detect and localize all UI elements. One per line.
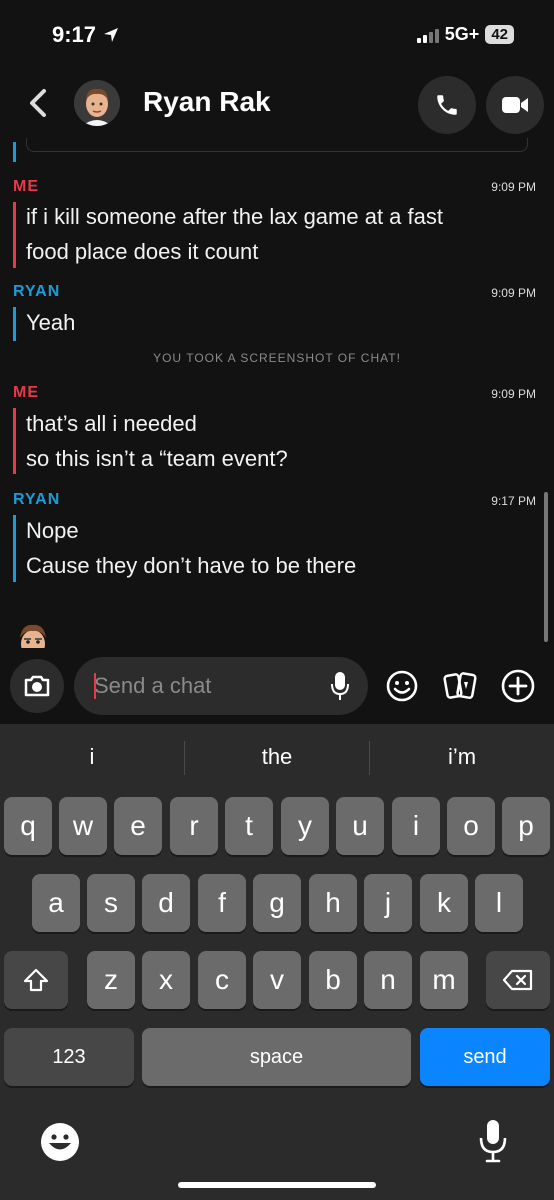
key-v[interactable]: v <box>253 951 301 1009</box>
message-text[interactable]: food place does it count <box>26 234 258 269</box>
chat-input[interactable] <box>94 671 314 701</box>
key-g[interactable]: g <box>253 874 301 932</box>
key-b[interactable]: b <box>309 951 357 1009</box>
plus-circle-icon <box>501 669 535 703</box>
key-o[interactable]: o <box>447 797 495 855</box>
previous-message-bar <box>13 142 16 162</box>
sender-label: ME <box>13 384 39 401</box>
key-y[interactable]: y <box>281 797 329 855</box>
sender-label: ME <box>13 178 39 195</box>
message-text[interactable]: Cause they don’t have to be there <box>26 548 356 583</box>
numbers-key[interactable]: 123 <box>4 1028 134 1086</box>
key-m[interactable]: m <box>420 951 468 1009</box>
key-z[interactable]: z <box>87 951 135 1009</box>
status-indicators: 5G+ 42 <box>416 24 514 45</box>
clock: 9:17 <box>52 22 97 47</box>
scrollbar[interactable] <box>544 492 548 642</box>
message-text[interactable]: so this isn’t a “team event? <box>26 441 288 476</box>
emoji-keyboard-icon[interactable] <box>40 1122 80 1162</box>
sender-label: RYAN <box>13 491 61 508</box>
chat-thread[interactable]: ME 9:09 PM if i kill someone after the l… <box>0 138 554 648</box>
message-time: 9:09 PM <box>491 387 536 401</box>
shift-key[interactable] <box>4 951 68 1009</box>
key-k[interactable]: k <box>420 874 468 932</box>
key-n[interactable]: n <box>364 951 412 1009</box>
bitmoji-peek-icon <box>20 624 46 648</box>
message-text[interactable]: Yeah <box>26 305 75 340</box>
key-q[interactable]: q <box>4 797 52 855</box>
back-chevron-icon[interactable] <box>24 86 52 120</box>
key-t[interactable]: t <box>225 797 273 855</box>
message-bar <box>13 408 16 474</box>
status-bar: 9:17 5G+ 42 <box>0 0 554 70</box>
call-button[interactable] <box>418 76 476 134</box>
suggestion[interactable]: i <box>0 744 184 770</box>
message-text[interactable]: that’s all i needed <box>26 406 197 441</box>
key-a[interactable]: a <box>32 874 80 932</box>
key-x[interactable]: x <box>142 951 190 1009</box>
key-w[interactable]: w <box>59 797 107 855</box>
key-s[interactable]: s <box>87 874 135 932</box>
chat-input-container[interactable] <box>74 657 368 715</box>
suggestion-bar: i the i’m <box>0 724 554 794</box>
key-u[interactable]: u <box>336 797 384 855</box>
phone-icon <box>437 95 457 115</box>
key-e[interactable]: e <box>114 797 162 855</box>
text-caret <box>94 673 96 699</box>
message-text[interactable]: if i kill someone after the lax game at … <box>26 199 443 234</box>
sender-label: RYAN <box>13 283 61 300</box>
key-f[interactable]: f <box>198 874 246 932</box>
cards-icon <box>443 672 477 699</box>
camera-button[interactable] <box>10 659 64 713</box>
composer-bar <box>0 648 554 724</box>
send-key[interactable]: send <box>420 1028 550 1086</box>
bitmoji-face-icon <box>74 80 120 126</box>
message-text[interactable]: Nope <box>26 513 79 548</box>
suggestion[interactable]: the <box>185 744 369 770</box>
key-i[interactable]: i <box>392 797 440 855</box>
camera-icon <box>24 675 50 697</box>
suggestion[interactable]: i’m <box>370 744 554 770</box>
keyboard: i the i’m q w e r t y u i o p a s d f g … <box>0 724 554 1200</box>
battery-icon: 42 <box>485 25 514 44</box>
key-d[interactable]: d <box>142 874 190 932</box>
cards-button[interactable] <box>440 666 480 706</box>
key-j[interactable]: j <box>364 874 412 932</box>
video-call-button[interactable] <box>486 76 544 134</box>
shift-arrow-icon <box>23 968 49 992</box>
location-arrow-icon <box>104 28 119 42</box>
message-bar <box>13 307 16 341</box>
message-time: 9:09 PM <box>491 180 536 194</box>
battery-level: 42 <box>491 26 508 43</box>
key-h[interactable]: h <box>309 874 357 932</box>
emoji-button[interactable] <box>382 666 422 706</box>
smiley-icon <box>386 670 418 702</box>
key-p[interactable]: p <box>502 797 550 855</box>
message-bar <box>13 202 16 268</box>
dictation-microphone-icon[interactable] <box>478 1118 508 1164</box>
microphone-icon[interactable] <box>330 670 350 702</box>
screenshot-notice: YOU TOOK A SCREENSHOT OF CHAT! <box>153 351 401 365</box>
space-key[interactable]: space <box>142 1028 411 1086</box>
video-camera-icon <box>502 97 528 113</box>
home-indicator[interactable] <box>178 1182 376 1188</box>
key-r[interactable]: r <box>170 797 218 855</box>
key-c[interactable]: c <box>198 951 246 1009</box>
backspace-icon <box>502 969 533 991</box>
key-l[interactable]: l <box>475 874 523 932</box>
chat-header: Ryan Rak <box>0 70 554 138</box>
avatar[interactable] <box>74 80 120 126</box>
message-time: 9:09 PM <box>491 286 536 300</box>
contact-name[interactable]: Ryan Rak <box>143 86 271 118</box>
network-label: 5G+ <box>444 24 480 44</box>
typing-bitmoji <box>14 620 52 648</box>
plus-button[interactable] <box>498 666 538 706</box>
backspace-key[interactable] <box>486 951 550 1009</box>
message-time: 9:17 PM <box>491 494 536 508</box>
status-time: 9:17 <box>52 22 120 48</box>
previous-message-card <box>26 138 528 152</box>
signal-icon <box>416 27 439 43</box>
message-bar <box>13 515 16 582</box>
